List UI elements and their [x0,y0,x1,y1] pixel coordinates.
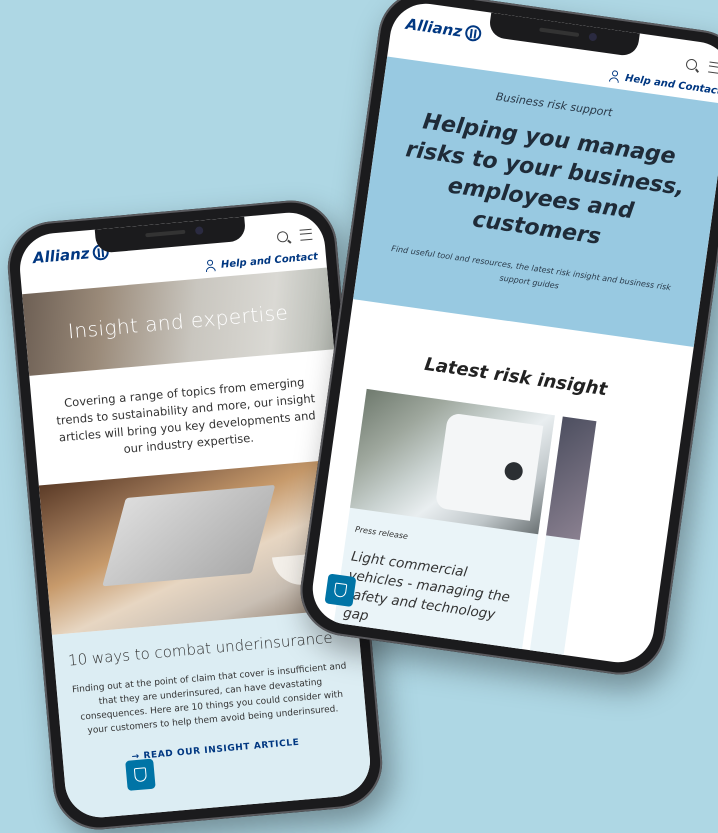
card-title: Light commercial vehicles - managing the… [342,548,511,625]
security-shield-button[interactable] [125,758,156,791]
menu-icon[interactable] [708,60,718,74]
article-body: Finding out at the point of claim that c… [71,661,347,737]
allianz-eagle-icon [463,24,482,43]
shield-icon [333,582,348,599]
insight-card[interactable]: Press release Light commercial vehicles … [331,388,555,667]
phone-right-screen: Allianz Help and Contact Business risk s… [308,0,718,667]
person-icon [608,70,622,84]
laptop-image [102,484,276,587]
security-shield-button[interactable] [324,573,357,608]
read-article-link[interactable]: → READ OUR INSIGHT ARTICLE [77,733,355,767]
allianz-logo[interactable]: Allianz [32,243,109,268]
logo-text: Allianz [32,244,91,268]
search-icon[interactable] [685,57,698,71]
allianz-logo[interactable]: Allianz [405,15,482,43]
hero-title: Helping you manage risks to your busines… [404,109,686,250]
card-image [546,416,597,541]
hero-title: Insight and expertise [66,300,290,344]
insight-carousel[interactable]: Press release Light commercial vehicles … [308,385,681,667]
van-image [434,412,544,521]
logo-text: Allianz [404,14,464,41]
menu-icon[interactable] [299,228,313,241]
person-icon [204,259,217,272]
shield-icon [133,767,148,783]
phone-right: Allianz Help and Contact Business risk s… [294,0,718,681]
hero-banner: Business risk support Helping you manage… [353,56,718,348]
search-icon[interactable] [276,230,289,243]
article-card: 10 ways to combat underinsurance Finding… [51,608,373,821]
